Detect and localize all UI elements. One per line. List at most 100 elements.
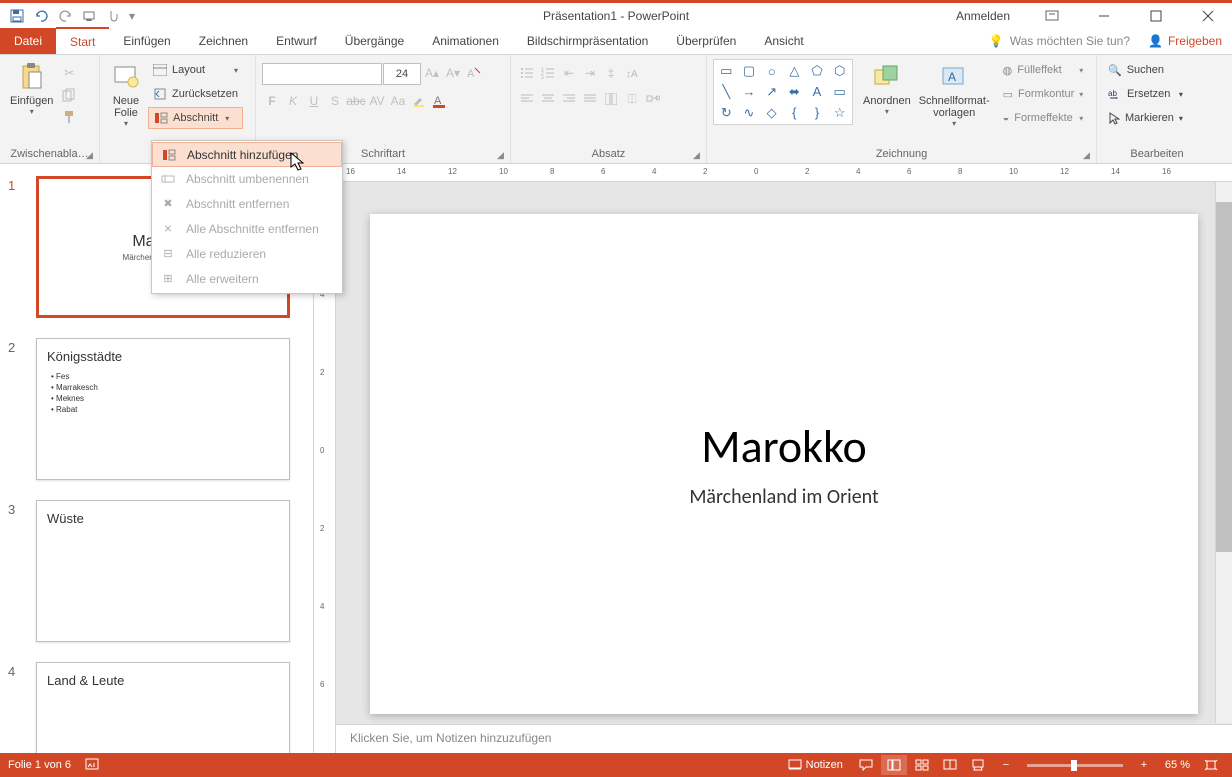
startfrombeginning-icon[interactable] [78,5,100,27]
tab-entwurf[interactable]: Entwurf [262,28,331,54]
italic-icon[interactable]: K [283,91,303,111]
notes-pane[interactable]: Klicken Sie, um Notizen hinzuzufügen [336,724,1232,753]
find-button[interactable]: 🔍Suchen [1103,59,1188,81]
fontcolor-icon[interactable]: A [430,91,450,111]
new-slide-icon [110,61,142,93]
indent-inc-icon[interactable]: ⇥ [580,63,600,83]
dialog-launcher-icon[interactable]: ◢ [1083,150,1093,160]
slideshow-view-icon[interactable] [965,755,991,775]
shadow-icon[interactable]: S [325,91,345,111]
cut-icon[interactable]: ✂ [59,63,79,83]
tab-datei[interactable]: Datei [0,28,56,54]
window-title: Präsentation1 - PowerPoint [543,9,689,23]
qat-dropdown-icon[interactable]: ▾ [126,5,138,27]
zoom-slider[interactable] [1027,764,1123,767]
numbering-icon[interactable]: 123 [538,63,558,83]
aligntext-icon[interactable]: ⎅ [622,89,642,109]
clear-format-icon[interactable]: A [464,63,484,83]
signin-link[interactable]: Anmelden [956,9,1010,23]
underline-icon[interactable]: U [304,91,324,111]
normal-view-icon[interactable] [881,755,907,775]
changecase-icon[interactable]: Aa [388,91,408,111]
highlight-icon[interactable] [409,91,429,111]
undo-icon[interactable] [30,5,52,27]
tab-einfuegen[interactable]: Einfügen [109,28,184,54]
close-icon[interactable] [1188,4,1228,28]
align-justify-icon[interactable] [580,89,600,109]
dialog-launcher-icon[interactable]: ◢ [693,150,703,160]
bold-icon[interactable]: F [262,91,282,111]
layout-button[interactable]: Layout▾ [148,59,243,81]
comments-icon[interactable] [853,755,879,775]
reset-button[interactable]: Zurücksetzen [148,83,243,105]
select-button[interactable]: Markieren▾ [1103,107,1188,129]
menu-add-section[interactable]: Abschnitt hinzufügen [152,142,342,167]
zoom-in-icon[interactable]: + [1131,755,1157,775]
slide-title[interactable]: Marokko [701,419,866,475]
section-button[interactable]: Abschnitt▾ [148,107,243,129]
increase-font-icon[interactable]: A▴ [422,63,442,83]
paste-button[interactable]: Einfügen ▾ [6,59,57,118]
columns-icon[interactable] [601,89,621,109]
redo-icon[interactable] [54,5,76,27]
spellcheck-icon[interactable] [85,758,101,772]
new-slide-button[interactable]: Neue Folie ▾ [106,59,146,130]
title-right: Anmelden [956,4,1232,28]
quickstyles-button[interactable]: A Schnellformat- vorlagen ▾ [915,59,994,130]
reading-view-icon[interactable] [937,755,963,775]
tab-animationen[interactable]: Animationen [418,28,513,54]
tab-uebergaenge[interactable]: Übergänge [331,28,418,54]
ribbon-display-icon[interactable] [1032,4,1072,28]
svg-text:3: 3 [541,75,544,79]
formatpainter-icon[interactable] [59,107,79,127]
horizontal-ruler: 1614121086420246810121416 [336,164,1232,182]
tab-ueberpruefen[interactable]: Überprüfen [662,28,750,54]
save-icon[interactable] [6,5,28,27]
remove-all-icon: ⨯ [160,221,176,237]
search-icon: 🔍 [1108,64,1122,77]
dialog-launcher-icon[interactable]: ◢ [86,150,96,160]
font-name-input[interactable] [262,63,382,85]
touchmouse-icon[interactable] [102,5,124,27]
textdirection-icon[interactable]: ↕A [622,63,642,83]
slide-thumbnail[interactable]: Wüste [36,500,290,642]
fit-to-window-icon[interactable] [1198,755,1224,775]
shapefill-button[interactable]: ◍Fülleffekt▾ [998,59,1089,81]
copy-icon[interactable] [59,85,79,105]
font-size-input[interactable] [383,63,421,85]
shapes-gallery[interactable]: ▭▢○△⬠⬡ ╲→↗⬌A▭ ↻∿◇{}☆ [713,59,853,125]
charspacing-icon[interactable]: AV [367,91,387,111]
zoom-out-icon[interactable]: − [993,755,1019,775]
decrease-font-icon[interactable]: A▾ [443,63,463,83]
slide-subtitle[interactable]: Märchenland im Orient [689,485,878,509]
shapeeffects-button[interactable]: ◒Formeffekte▾ [998,107,1089,129]
bullets-icon[interactable] [517,63,537,83]
align-center-icon[interactable] [538,89,558,109]
slide-indicator[interactable]: Folie 1 von 6 [8,759,71,771]
smartart-icon[interactable] [643,89,663,109]
arrange-button[interactable]: Anordnen ▾ [859,59,915,118]
slide-thumbnail[interactable]: Land & Leute [36,662,290,753]
tab-zeichnen[interactable]: Zeichnen [185,28,262,54]
minimize-icon[interactable] [1084,4,1124,28]
align-right-icon[interactable] [559,89,579,109]
maximize-icon[interactable] [1136,4,1176,28]
slide-canvas[interactable]: Marokko Märchenland im Orient [370,214,1198,714]
dialog-launcher-icon[interactable]: ◢ [497,150,507,160]
zoom-level[interactable]: 65 % [1165,759,1190,771]
strike-icon[interactable]: abc [346,91,366,111]
vertical-scrollbar[interactable] [1215,182,1232,723]
share-button[interactable]: 👤 Freigeben [1148,34,1222,48]
linespacing-icon[interactable]: ‡ [601,63,621,83]
tab-ansicht[interactable]: Ansicht [750,28,817,54]
tab-bildschirm[interactable]: Bildschirmpräsentation [513,28,662,54]
replace-button[interactable]: abErsetzen▾ [1103,83,1188,105]
slide-thumbnail[interactable]: KönigsstädteFesMarrakeschMeknesRabat [36,338,290,480]
shapeoutline-button[interactable]: ▭Formkontur▾ [998,83,1089,105]
indent-dec-icon[interactable]: ⇤ [559,63,579,83]
tell-me-search[interactable]: 💡 Was möchten Sie tun? [989,34,1130,48]
sorter-view-icon[interactable] [909,755,935,775]
align-left-icon[interactable] [517,89,537,109]
notes-toggle-button[interactable]: Notizen [780,755,851,775]
tab-start[interactable]: Start [56,27,109,54]
